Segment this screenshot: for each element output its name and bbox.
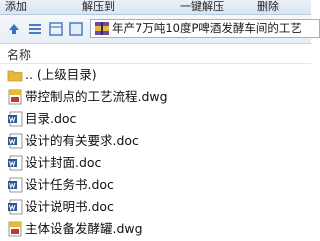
thumbnail-view-icon[interactable] xyxy=(68,21,84,37)
list-item[interactable]: 设计的有关要求.doc xyxy=(0,130,311,152)
file-name: 带控制点的工艺流程.dwg xyxy=(25,89,168,104)
one-click-extract-button[interactable]: 一键解压 xyxy=(180,1,224,12)
list-item[interactable]: 带控制点的工艺流程.dwg xyxy=(0,86,311,108)
word-doc-icon xyxy=(7,155,23,171)
delete-button[interactable]: 删除 xyxy=(257,1,279,12)
file-name: 设计的有关要求.doc xyxy=(25,133,139,148)
add-button[interactable]: 添加 xyxy=(5,1,27,12)
file-name: 设计任务书.doc xyxy=(25,177,114,192)
word-doc-icon xyxy=(7,177,23,193)
word-doc-icon xyxy=(7,199,23,215)
column-header: 名称 xyxy=(0,44,311,64)
file-name: 主体设备发酵罐.dwg xyxy=(25,221,143,236)
list-view-icon[interactable] xyxy=(27,21,43,37)
word-doc-icon xyxy=(7,111,23,127)
file-name: .. (上级目录) xyxy=(25,67,97,82)
folder-icon xyxy=(7,67,23,83)
dwg-file-icon xyxy=(7,221,23,237)
archive-icon xyxy=(95,22,109,37)
list-item[interactable]: 设计任务书.doc xyxy=(0,174,311,196)
extract-to-button[interactable]: 解压到 xyxy=(82,1,115,12)
list-item[interactable]: 目录.doc xyxy=(0,108,311,130)
details-view-icon[interactable] xyxy=(48,21,64,37)
dwg-file-icon xyxy=(7,89,23,105)
file-name: 设计说明书.doc xyxy=(25,199,114,214)
path-text: 年产7万吨10度P啤酒发酵车间的工艺 xyxy=(112,21,302,35)
column-name-header[interactable]: 名称 xyxy=(7,46,31,63)
up-folder-icon[interactable] xyxy=(6,21,22,37)
list-item[interactable]: 主体设备发酵罐.dwg xyxy=(0,218,311,240)
word-doc-icon xyxy=(7,133,23,149)
path-field[interactable]: 年产7万吨10度P啤酒发酵车间的工艺 xyxy=(90,19,320,38)
toolbar: 添加 解压到 一键解压 删除 xyxy=(0,0,311,15)
file-name: 目录.doc xyxy=(25,111,77,126)
list-item-parent[interactable]: .. (上级目录) xyxy=(0,64,311,86)
list-item[interactable]: 设计说明书.doc xyxy=(0,196,311,218)
file-name: 设计封面.doc xyxy=(25,155,102,170)
address-row: 年产7万吨10度P啤酒发酵车间的工艺 xyxy=(0,15,320,44)
file-list: .. (上级目录) 带控制点的工艺流程.dwg 目录.doc 设计的有关要求.d… xyxy=(0,64,311,240)
list-item[interactable]: 设计封面.doc xyxy=(0,152,311,174)
